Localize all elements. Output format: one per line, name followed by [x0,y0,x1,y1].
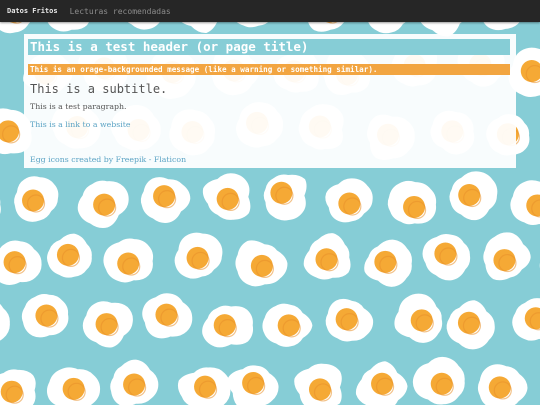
icon-credit: Egg icons created by Freepik - Flaticon [30,155,186,164]
fried-egg-icon [227,365,279,405]
fried-egg-icon [387,180,437,225]
fried-egg-icon [262,303,313,347]
fried-egg-icon [0,303,10,341]
fried-egg-icon [0,240,42,285]
subtitle: This is a subtitle. [30,82,168,96]
top-navbar: Datos Fritos Lecturas recomendadas [0,0,540,22]
fried-egg-icon [0,199,1,215]
fried-egg-icon [294,363,342,405]
fried-egg-icon [202,173,251,220]
fried-egg-icon [140,177,191,223]
fried-egg-icon [446,300,495,350]
test-paragraph: This is a test paragraph. [30,102,127,111]
fried-egg-icon [412,356,465,405]
fried-egg-icon [202,305,254,348]
fried-egg-icon [422,233,471,281]
fried-egg-icon [394,293,443,343]
fried-egg-icon [510,180,540,226]
credit-separator: - [146,155,154,164]
fried-egg-icon [110,359,159,405]
warning-banner: This is an orage-backgrounded message (l… [28,64,510,75]
fried-egg-icon [235,240,288,287]
fried-egg-icon [174,232,223,279]
fried-egg-icon [103,238,154,283]
freepik-link[interactable]: Freepik [116,155,147,164]
fried-egg-icon [21,293,69,338]
flaticon-link[interactable]: Flaticon [154,155,186,164]
fried-egg-icon [355,361,408,405]
fried-egg-icon [325,178,373,223]
fried-egg-icon [82,301,133,348]
nav-link-lecturas-recomendadas[interactable]: Lecturas recomendadas [70,7,171,16]
fried-egg-icon [14,176,59,222]
credit-prefix: Egg icons created by [30,155,116,164]
fried-egg-icon [0,369,36,405]
fried-egg-icon [77,180,129,228]
fried-egg-icon [303,233,351,280]
brand-link[interactable]: Datos Fritos [7,7,58,15]
page-title: This is a test header (or page title) [28,39,510,55]
fried-egg-icon [263,174,307,221]
content-panel: This is a test header (or page title) Th… [24,34,516,168]
fried-egg-icon [177,367,231,405]
fried-egg-icon [364,239,412,287]
fried-egg-icon [449,171,498,221]
fried-egg-icon [483,232,531,281]
fried-egg-icon [47,233,92,278]
website-link[interactable]: This is a link to a website [30,120,130,129]
fried-egg-icon [142,293,193,339]
fried-egg-icon [46,367,101,405]
fried-egg-icon [512,298,540,341]
fried-egg-icon [325,298,374,342]
fried-egg-icon [477,364,528,405]
